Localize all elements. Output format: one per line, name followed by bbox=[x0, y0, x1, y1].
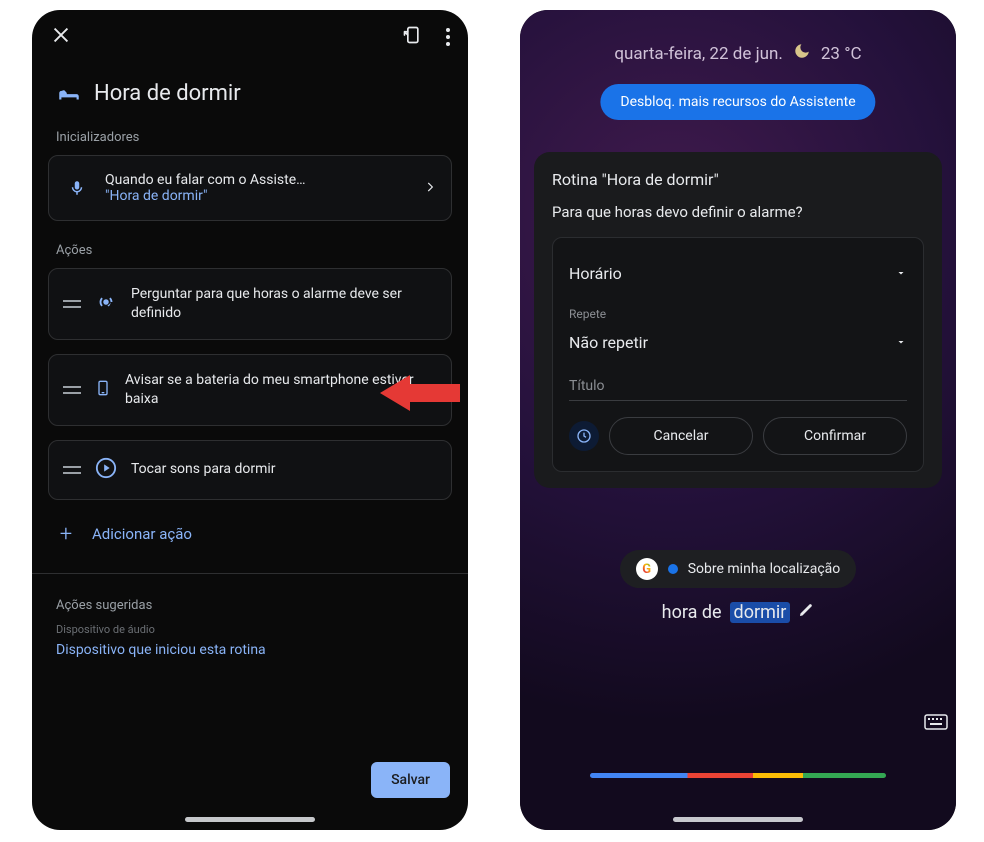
gesture-bar bbox=[185, 817, 315, 822]
section-label-actions: Ações bbox=[32, 237, 468, 268]
pencil-icon[interactable] bbox=[798, 602, 814, 623]
section-label-suggested: Ações sugeridas bbox=[32, 592, 468, 623]
assist-panel: Rotina "Hora de dormir" Para que horas d… bbox=[534, 152, 942, 488]
suggested-section: Ações sugeridas Dispositivo de áudio Dis… bbox=[32, 573, 468, 672]
keyboard-icon[interactable] bbox=[924, 714, 948, 738]
repeat-value: Não repetir bbox=[569, 333, 648, 352]
action-sounds-text: Tocar sons para dormir bbox=[131, 460, 437, 479]
add-to-home-icon[interactable] bbox=[402, 25, 422, 49]
phone-left: Hora de dormir Inicializadores Quando eu… bbox=[32, 10, 468, 830]
add-action-button[interactable]: + Adicionar ação bbox=[48, 514, 452, 555]
topbar bbox=[32, 10, 468, 58]
title-input[interactable]: Título bbox=[569, 368, 907, 401]
bed-icon bbox=[56, 80, 82, 106]
confirm-button[interactable]: Confirmar bbox=[763, 417, 907, 455]
starter-line1: Quando eu falar com o Assiste… bbox=[105, 172, 409, 188]
date-text: quarta-feira, 22 de jun. bbox=[614, 44, 783, 64]
drag-handle-icon[interactable] bbox=[63, 386, 81, 394]
moon-icon bbox=[793, 42, 811, 65]
arrow-callout bbox=[380, 370, 460, 420]
action-card-alarm[interactable]: Perguntar para que horas o alarme deve s… bbox=[48, 268, 452, 340]
drag-handle-icon[interactable] bbox=[63, 466, 81, 474]
gesture-bar bbox=[673, 817, 803, 822]
field-time-label: Horário bbox=[569, 264, 622, 283]
action-card-sounds[interactable]: Tocar sons para dormir bbox=[48, 440, 452, 500]
date-weather: quarta-feira, 22 de jun. 23 °C bbox=[520, 42, 956, 65]
starter-card[interactable]: Quando eu falar com o Assiste… "Hora de … bbox=[48, 155, 452, 221]
section-label-starters: Inicializadores bbox=[32, 124, 468, 155]
assistant-color-bar bbox=[590, 773, 886, 778]
phone-device-icon bbox=[95, 377, 111, 403]
transcript: hora de dormir bbox=[534, 602, 942, 623]
routine-title: Hora de dormir bbox=[94, 81, 241, 106]
broadcast-icon bbox=[95, 291, 117, 317]
google-g-icon: G bbox=[636, 558, 658, 580]
transcript-highlight: dormir bbox=[730, 602, 791, 623]
chip-text: Sobre minha localização bbox=[688, 561, 841, 577]
starter-line2: "Hora de dormir" bbox=[105, 188, 409, 204]
chevron-right-icon bbox=[423, 179, 437, 198]
assist-panel-question: Para que horas devo definir o alarme? bbox=[552, 203, 924, 221]
starter-content: Quando eu falar com o Assiste… "Hora de … bbox=[105, 172, 409, 204]
drag-handle-icon[interactable] bbox=[63, 300, 81, 308]
cancel-button[interactable]: Cancelar bbox=[609, 417, 753, 455]
caret-down-icon bbox=[895, 333, 907, 352]
assist-footer: G Sobre minha localização hora de dormir bbox=[534, 550, 942, 623]
suggestion-chip[interactable]: G Sobre minha localização bbox=[620, 550, 857, 588]
play-circle-icon bbox=[95, 457, 117, 483]
alarm-form: Horário Repete Não repetir Título Cancel… bbox=[552, 237, 924, 472]
blue-dot-icon bbox=[668, 564, 678, 574]
transcript-pre: hora de bbox=[662, 602, 722, 623]
unlock-banner[interactable]: Desbloq. mais recursos do Assistente bbox=[600, 84, 875, 120]
overflow-menu-icon[interactable] bbox=[446, 28, 450, 46]
clock-icon[interactable] bbox=[569, 421, 599, 451]
topbar-right bbox=[402, 25, 450, 49]
phone-right: quarta-feira, 22 de jun. 23 °C Desbloq. … bbox=[520, 10, 956, 830]
add-action-label: Adicionar ação bbox=[92, 525, 192, 543]
device-label: Dispositivo de áudio bbox=[32, 623, 468, 640]
mic-icon bbox=[63, 179, 91, 197]
save-button[interactable]: Salvar bbox=[371, 762, 450, 798]
field-repeat[interactable]: Não repetir bbox=[569, 333, 907, 364]
field-time[interactable]: Horário bbox=[569, 252, 907, 295]
action-alarm-text: Perguntar para que horas o alarme deve s… bbox=[131, 285, 437, 323]
routine-title-row: Hora de dormir bbox=[32, 58, 468, 124]
assist-panel-title: Rotina "Hora de dormir" bbox=[552, 170, 924, 189]
dialog-buttons: Cancelar Confirmar bbox=[569, 417, 907, 455]
temp-text: 23 °C bbox=[821, 44, 862, 64]
close-icon[interactable] bbox=[50, 24, 72, 50]
device-link[interactable]: Dispositivo que iniciou esta rotina bbox=[32, 640, 468, 672]
caret-down-icon bbox=[895, 264, 907, 283]
field-repeat-label-row: Repete bbox=[569, 295, 907, 333]
repeat-label: Repete bbox=[569, 307, 606, 321]
plus-icon: + bbox=[54, 522, 78, 547]
